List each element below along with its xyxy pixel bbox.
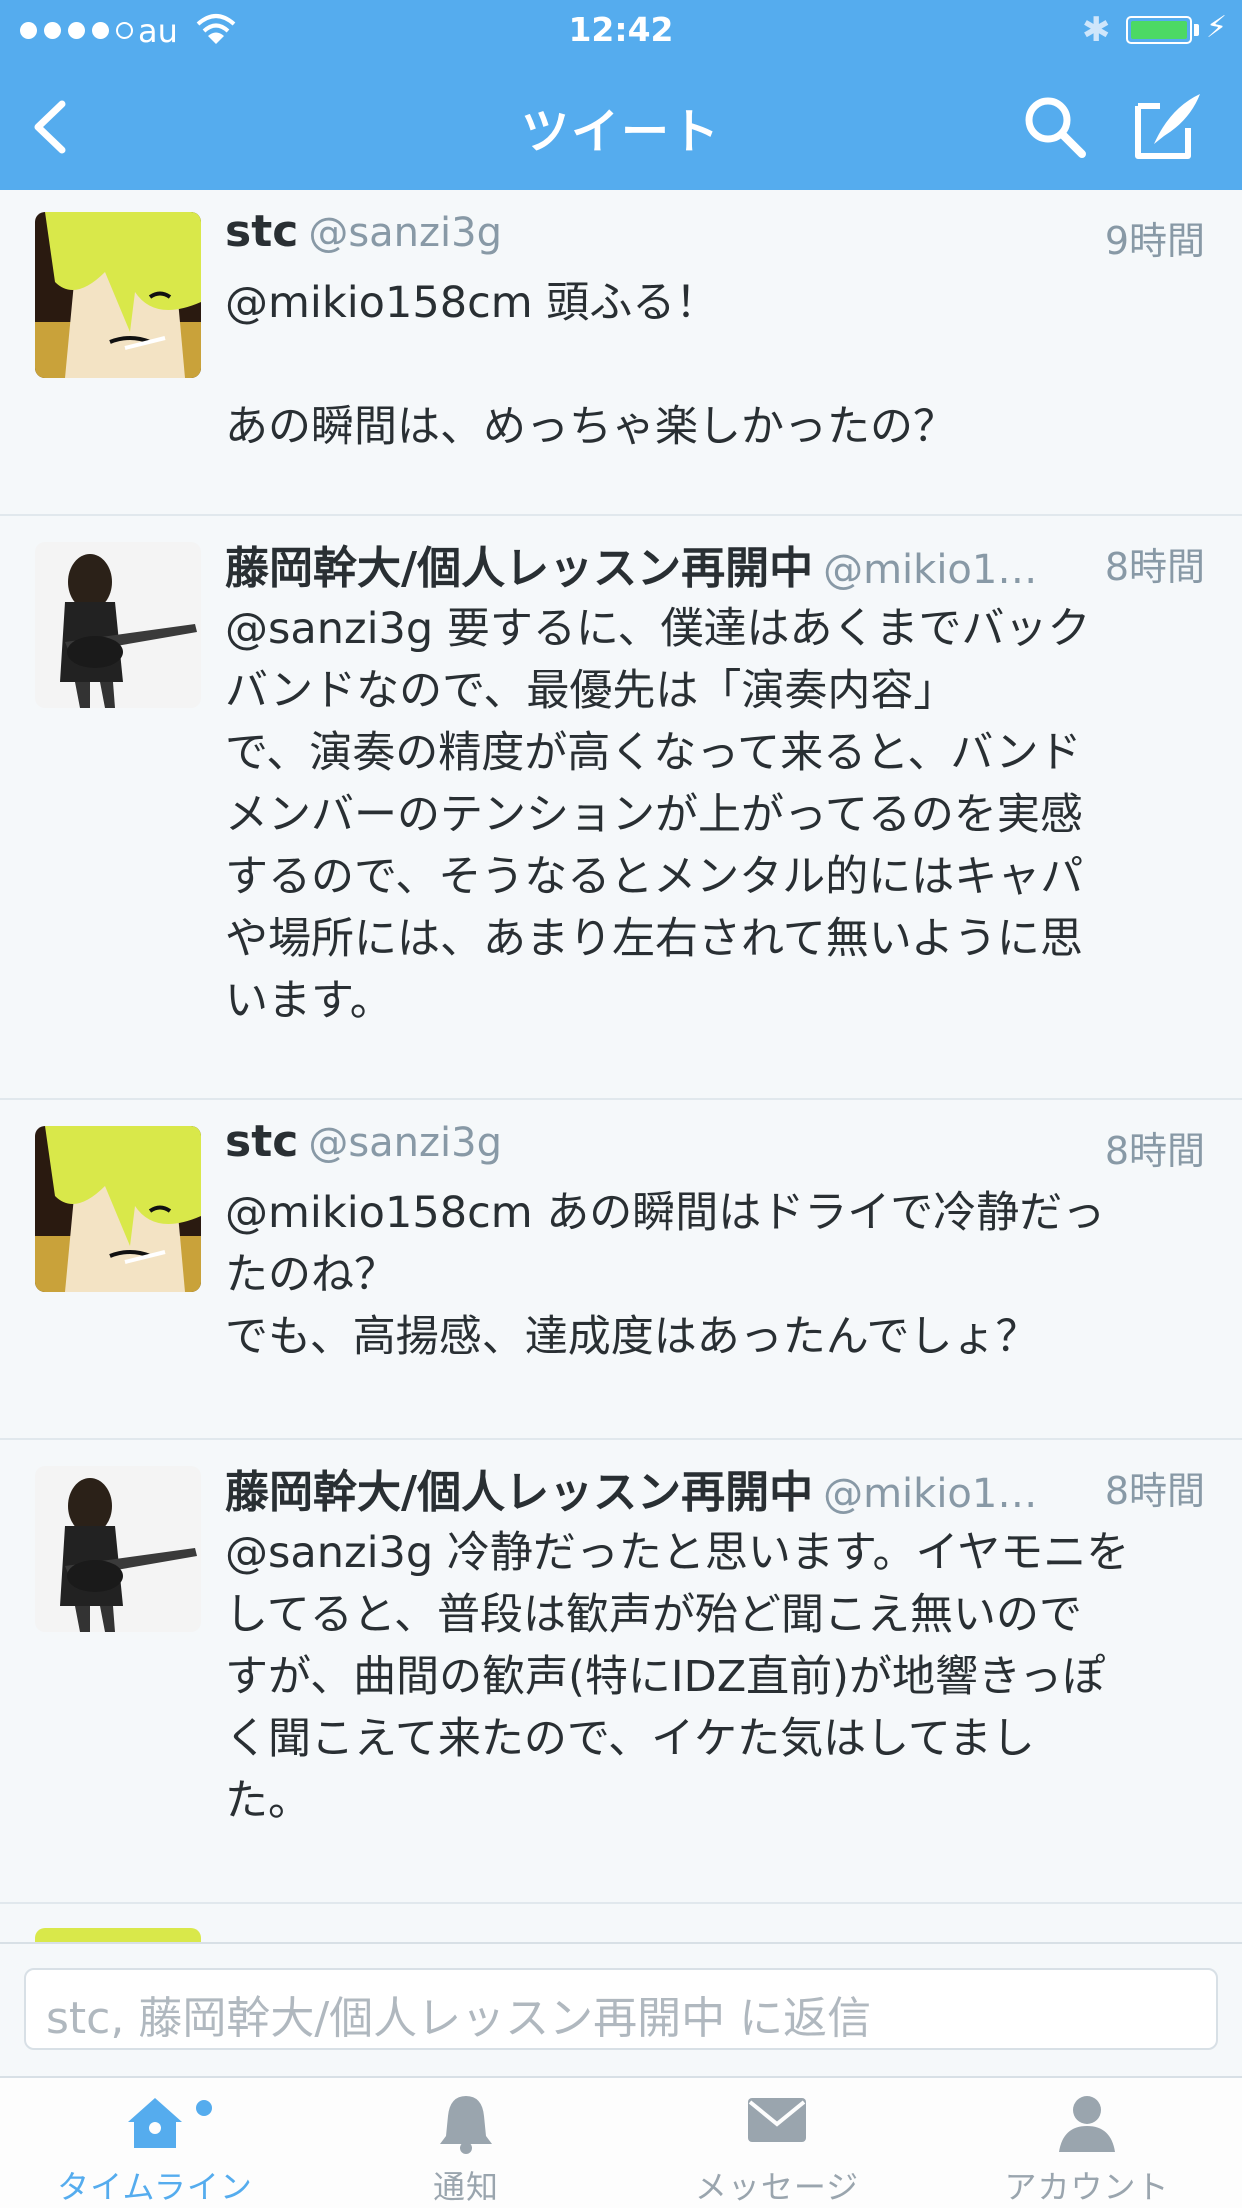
envelope-icon — [748, 2098, 806, 2142]
tweet-author-handle[interactable]: @mikio1… — [823, 1471, 1037, 1517]
tab-notifications[interactable]: 通知 — [311, 2078, 621, 2208]
tab-label: アカウント — [1004, 2168, 1170, 2206]
tweet-list[interactable]: stc @sanzi3g 9時間 @mikio158cm 頭ふる！ あの瞬間は、め… — [0, 190, 1242, 1942]
bluetooth-icon: ✱ — [1082, 10, 1111, 50]
tweet-author-name[interactable]: stc — [225, 206, 298, 257]
tweet-time: 9時間 — [1104, 219, 1205, 263]
unread-dot — [196, 2100, 212, 2116]
tab-account[interactable]: アカウント — [932, 2078, 1242, 2208]
reply-input[interactable]: stc, 藤岡幹大/個人レッスン再開中 に返信 — [24, 1968, 1218, 2050]
compose-icon[interactable] — [1130, 88, 1206, 164]
tweet-header: stc @sanzi3g 9時間 — [225, 206, 1205, 263]
home-icon — [128, 2098, 182, 2148]
tab-timeline[interactable]: タイムライン — [0, 2078, 310, 2208]
status-time: 12:42 — [568, 10, 674, 49]
person-icon — [1059, 2096, 1115, 2152]
tweet-author-handle[interactable]: @sanzi3g — [308, 210, 502, 256]
tweet-header: stc @sanzi3g 8時間 — [225, 1116, 1205, 1173]
tweet-header: 藤岡幹大/個人レッスン再開中 @mikio1… 8時間 — [225, 532, 1205, 594]
tweet-text: @sanzi3g 冷静だったと思います。イヤモニを してると、普段は歓声が殆ど聞… — [225, 1528, 1130, 1826]
battery-tip — [1194, 24, 1199, 36]
tweet-item[interactable]: 藤岡幹大/個人レッスン再開中 @mikio1… 8時間 @sanzi3g 冷静だっ… — [0, 1440, 1242, 1904]
tweet-time: 8時間 — [1104, 1129, 1205, 1173]
tweet-text: @mikio158cm 頭ふる！ あの瞬間は、めっちゃ楽しかったの？ — [225, 278, 956, 452]
avatar[interactable] — [35, 1466, 201, 1632]
tweet-item[interactable]: 藤岡幹大/個人レッスン再開中 @mikio1… 8時間 @sanzi3g 要するに… — [0, 516, 1242, 1100]
charging-icon: ⚡ — [1206, 10, 1228, 45]
top-bar: au 12:42 ✱ ⚡ ツイート — [0, 0, 1242, 190]
tweet-header: 藤岡幹大/個人レッスン再開中 @mikio1… 8時間 — [225, 1456, 1205, 1518]
search-icon[interactable] — [1020, 92, 1090, 162]
battery-icon — [1126, 16, 1192, 44]
tweet-item[interactable]: stc @sanzi3g 8時間 @mikio158cm あの瞬間はドライで冷静だ… — [0, 1100, 1242, 1440]
avatar[interactable] — [35, 212, 201, 378]
tweet-item[interactable]: stc @sanzi3g 9時間 @mikio158cm 頭ふる！ あの瞬間は、め… — [0, 190, 1242, 516]
tweet-author-handle[interactable]: @sanzi3g — [308, 1120, 502, 1166]
tweet-author-name[interactable]: 藤岡幹大/個人レッスン再開中 — [225, 543, 813, 594]
tweet-text: @mikio158cm あの瞬間はドライで冷静だっ たのね？ でも、高揚感、達成… — [225, 1188, 1106, 1362]
tweet-author-name[interactable]: stc — [225, 1116, 298, 1167]
tab-bar: タイムライン 通知 メッセージ アカウント — [0, 2076, 1242, 2208]
tweet-time: 8時間 — [1104, 545, 1205, 589]
avatar[interactable] — [35, 1928, 201, 1942]
tweet-author-name[interactable]: 藤岡幹大/個人レッスン再開中 — [225, 1467, 813, 1518]
avatar[interactable] — [35, 1126, 201, 1292]
reply-bar: stc, 藤岡幹大/個人レッスン再開中 に返信 — [0, 1942, 1242, 2076]
avatar[interactable] — [35, 542, 201, 708]
tab-messages[interactable]: メッセージ — [622, 2078, 932, 2208]
tweet-time: 8時間 — [1104, 1469, 1205, 1513]
bell-icon — [440, 2096, 492, 2154]
tab-label: メッセージ — [694, 2168, 860, 2206]
status-bar: au 12:42 ✱ ⚡ — [0, 0, 1242, 62]
tab-label: タイムライン — [57, 2168, 253, 2206]
tab-label: 通知 — [432, 2168, 499, 2206]
tweet-author-handle[interactable]: @mikio1… — [823, 547, 1037, 593]
tweet-item-partial[interactable] — [0, 1904, 1242, 1942]
tweet-text: @sanzi3g 要するに、僕達はあくまでバック バンドなので、最優先は「演奏内… — [225, 604, 1091, 1026]
